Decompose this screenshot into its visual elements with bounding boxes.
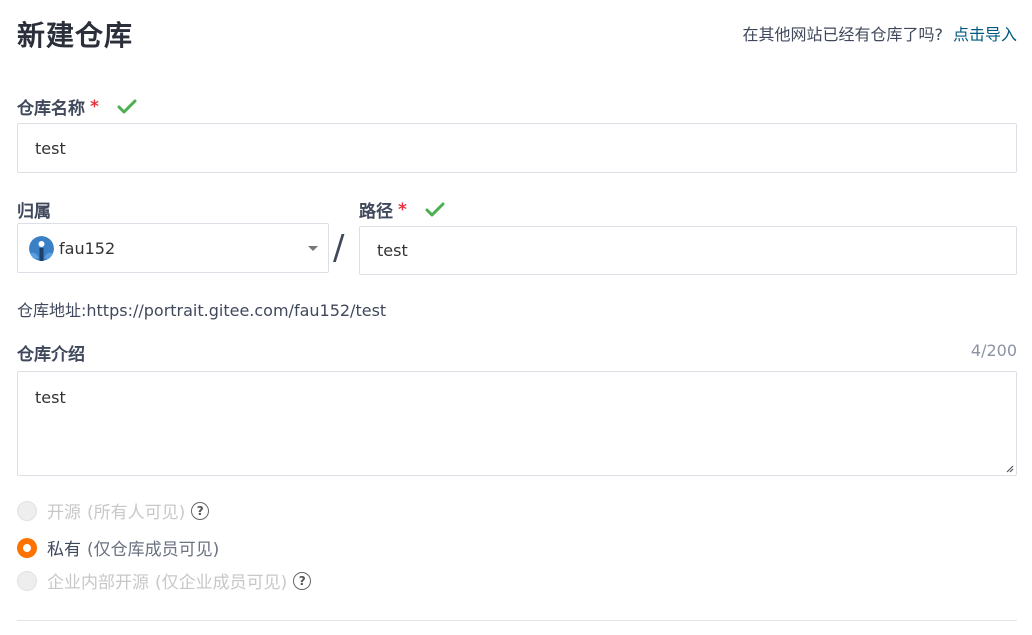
chevron-down-icon: [308, 246, 318, 251]
path-value: test: [377, 241, 408, 260]
path-separator: /: [333, 228, 345, 268]
radio-button[interactable]: [17, 570, 37, 591]
checkmark-icon: [425, 202, 445, 216]
repo-name-input[interactable]: test: [17, 123, 1017, 173]
question-circle-icon[interactable]: ?: [191, 501, 210, 520]
option-hint: (仅企业成员可见): [155, 573, 288, 593]
avatar: [29, 235, 54, 261]
visibility-option-public[interactable]: 开源 (所有人可见) ?: [17, 498, 210, 523]
required-mark: *: [90, 96, 99, 117]
required-mark: *: [398, 199, 407, 220]
path-label-text: 路径: [359, 202, 393, 222]
repo-address: 仓库地址:https://portrait.gitee.com/fau152/t…: [17, 301, 387, 320]
divider: [17, 620, 1017, 621]
checkmark-icon: [117, 99, 137, 113]
question-circle-icon[interactable]: ?: [293, 571, 312, 590]
description-textarea[interactable]: test: [17, 371, 1017, 476]
owner-label: 归属: [17, 197, 51, 222]
char-counter: 4/200: [970, 341, 1017, 360]
visibility-option-enterprise[interactable]: 企业内部开源 (仅企业成员可见) ?: [17, 568, 312, 593]
description-value: test: [35, 388, 66, 407]
resize-handle-icon[interactable]: [1004, 463, 1014, 473]
owner-label-text: 归属: [17, 202, 51, 222]
import-link[interactable]: 点击导入: [953, 25, 1017, 44]
radio-button[interactable]: [17, 500, 37, 521]
repo-name-label-text: 仓库名称: [17, 99, 85, 119]
page-title: 新建仓库: [17, 19, 134, 52]
radio-button[interactable]: [17, 537, 37, 558]
option-label: 企业内部开源: [47, 573, 149, 593]
option-label: 开源: [47, 503, 81, 523]
option-hint: (仅仓库成员可见): [87, 540, 220, 560]
import-prompt-text: 在其他网站已经有仓库了吗?: [742, 25, 943, 44]
repo-name-value: test: [35, 138, 66, 158]
visibility-option-private[interactable]: 私有 (仅仓库成员可见): [17, 535, 219, 560]
import-prompt-area: 在其他网站已经有仓库了吗? 点击导入: [742, 21, 1017, 45]
option-label: 私有: [47, 540, 81, 560]
option-hint: (所有人可见): [87, 503, 186, 523]
path-input[interactable]: test: [359, 226, 1017, 275]
description-label: 仓库介绍: [17, 340, 85, 365]
repo-name-label: 仓库名称 *: [17, 94, 137, 119]
path-label: 路径 *: [359, 197, 445, 222]
owner-select[interactable]: fau152: [17, 223, 329, 273]
description-label-text: 仓库介绍: [17, 345, 85, 365]
owner-selected-value: fau152: [59, 238, 116, 258]
